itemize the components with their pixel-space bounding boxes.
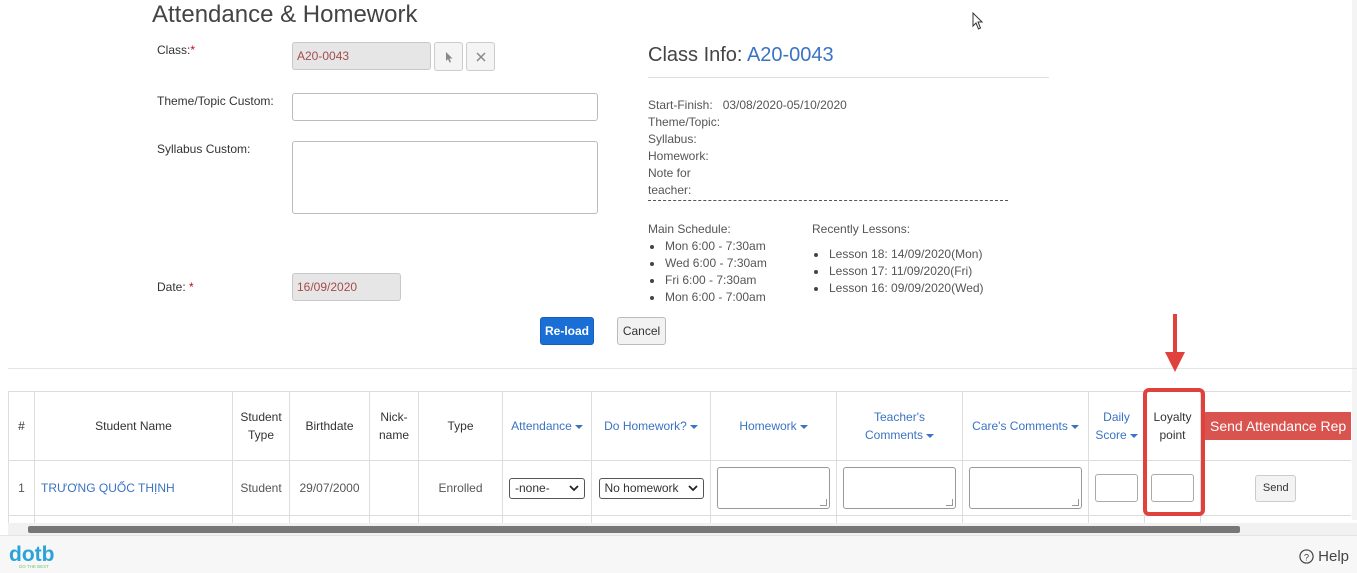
syllabus-label: Syllabus Custom: [157, 142, 251, 156]
page: { "page_title": "Attendance & Homework",… [0, 0, 1357, 573]
student-type-cell: Student [232, 460, 290, 516]
do-homework-cell: No homework [591, 460, 711, 516]
col-cares-comments-header[interactable]: Care's Comments [962, 391, 1089, 461]
highlight-box-annotation [1143, 388, 1205, 516]
theme-topic-label: Theme/Topic Custom: [157, 94, 274, 108]
reload-button[interactable]: Re-load [540, 317, 594, 345]
do-homework-select[interactable]: No homework [598, 477, 704, 499]
svg-text:DO THE BEST: DO THE BEST [19, 564, 49, 569]
teacher-comments-textarea[interactable] [843, 467, 956, 509]
class-label: Class:* [157, 43, 196, 57]
page-title: Attendance & Homework [152, 1, 418, 28]
clear-class-button[interactable] [466, 42, 495, 71]
col-attendance-header[interactable]: Attendance [502, 391, 592, 461]
recent-lessons-label: Recently Lessons: [812, 222, 911, 236]
homework-textarea[interactable] [717, 467, 830, 509]
row-num: 1 [8, 460, 35, 516]
send-attendance-report-button[interactable]: Send Attendance Rep [1203, 412, 1351, 440]
col-num-header: # [8, 391, 35, 461]
caret-down-icon [926, 433, 934, 438]
mouse-cursor-icon [972, 12, 984, 30]
attendance-select[interactable]: -none- [509, 477, 585, 499]
student-name-link[interactable]: TRƯƠNG QUỐC THỊNH [34, 460, 233, 516]
cancel-button[interactable]: Cancel [617, 317, 666, 345]
homework-info: Homework: [648, 149, 709, 163]
birthdate-cell: 29/07/2000 [289, 460, 370, 516]
nickname-cell [369, 460, 419, 516]
help-link[interactable]: ? Help [1299, 548, 1349, 565]
class-info-divider [648, 77, 1049, 78]
send-button[interactable]: Send [1255, 474, 1297, 502]
class-info-code: A20-0043 [746, 44, 834, 66]
date-field[interactable]: 16/09/2020 [292, 273, 401, 301]
daily-score-cell [1088, 460, 1145, 516]
lesson-item: Lesson 17: 11/09/2020(Fri) [812, 263, 984, 280]
schedule-item: Wed 6:00 - 7:30am [648, 255, 767, 272]
class-field[interactable]: A20-0043 [292, 42, 431, 70]
chevron-down-icon [687, 484, 698, 491]
col-student-name-header: Student Name [34, 391, 233, 461]
class-info-title: Class Info: A20-0043 [648, 44, 834, 66]
chevron-down-icon [569, 484, 579, 491]
col-teacher-comments-header[interactable]: Teacher's Comments [836, 391, 963, 461]
note-for-teacher-info: Note for [648, 166, 691, 180]
col-homework-header[interactable]: Homework [710, 391, 837, 461]
send-cell: Send [1200, 460, 1351, 516]
col-daily-score-header[interactable]: Daily Score [1088, 391, 1145, 461]
select-class-button[interactable] [434, 42, 463, 71]
svg-text:dotb: dotb [9, 543, 54, 566]
date-label: Date: * [157, 280, 194, 294]
main-schedule-label: Main Schedule: [648, 222, 731, 236]
red-arrow-annotation [1165, 314, 1185, 372]
syllabus-info: Syllabus: [648, 132, 697, 146]
dotb-logo[interactable]: dotb DO THE BEST [9, 542, 69, 570]
section-separator [8, 368, 1357, 369]
start-finish-line: Start-Finish: 03/08/2020-05/10/2020 [648, 98, 847, 112]
col-student-type-header: Student Type [232, 391, 290, 461]
cares-comments-cell [962, 460, 1089, 516]
homework-cell [710, 460, 837, 516]
schedule-item: Fri 6:00 - 7:30am [648, 272, 767, 289]
syllabus-textarea[interactable] [292, 141, 598, 214]
caret-down-icon [689, 424, 698, 429]
lesson-item: Lesson 18: 14/09/2020(Mon) [812, 246, 984, 263]
theme-topic-info: Theme/Topic: [648, 115, 721, 129]
question-circle-icon: ? [1299, 549, 1314, 564]
lesson-item: Lesson 16: 09/09/2020(Wed) [812, 280, 984, 297]
right-scrollbar[interactable] [1352, 0, 1357, 520]
caret-down-icon [574, 424, 583, 429]
col-send-header: Send Attendance Rep [1200, 391, 1351, 461]
footer [0, 535, 1357, 573]
svg-text:?: ? [1304, 552, 1309, 562]
daily-score-input[interactable] [1095, 474, 1138, 502]
teacher-comments-cell [836, 460, 963, 516]
schedule-item: Mon 6:00 - 7:00am [648, 289, 767, 306]
note-for-teacher-info-cont: teacher: [648, 183, 692, 197]
caret-down-icon [799, 424, 808, 429]
col-birthdate-header: Birthdate [289, 391, 370, 461]
pointer-arrow-icon [445, 51, 452, 62]
col-nickname-header: Nick-name [369, 391, 419, 461]
recent-lessons-list: Lesson 18: 14/09/2020(Mon) Lesson 17: 11… [812, 246, 984, 297]
caret-down-icon [1129, 433, 1138, 438]
horizontal-scroll-thumb[interactable] [28, 526, 1240, 533]
type-cell: Enrolled [418, 460, 503, 516]
dashed-divider [648, 200, 1008, 201]
main-schedule-list: Mon 6:00 - 7:30am Wed 6:00 - 7:30am Fri … [648, 238, 767, 306]
col-type-header: Type [418, 391, 503, 461]
cares-comments-textarea[interactable] [969, 467, 1082, 509]
attendance-cell: -none- [502, 460, 592, 516]
caret-down-icon [1070, 424, 1079, 429]
close-icon [475, 51, 486, 62]
col-do-homework-header[interactable]: Do Homework? [591, 391, 711, 461]
schedule-item: Mon 6:00 - 7:30am [648, 238, 767, 255]
theme-topic-input[interactable] [292, 93, 598, 121]
